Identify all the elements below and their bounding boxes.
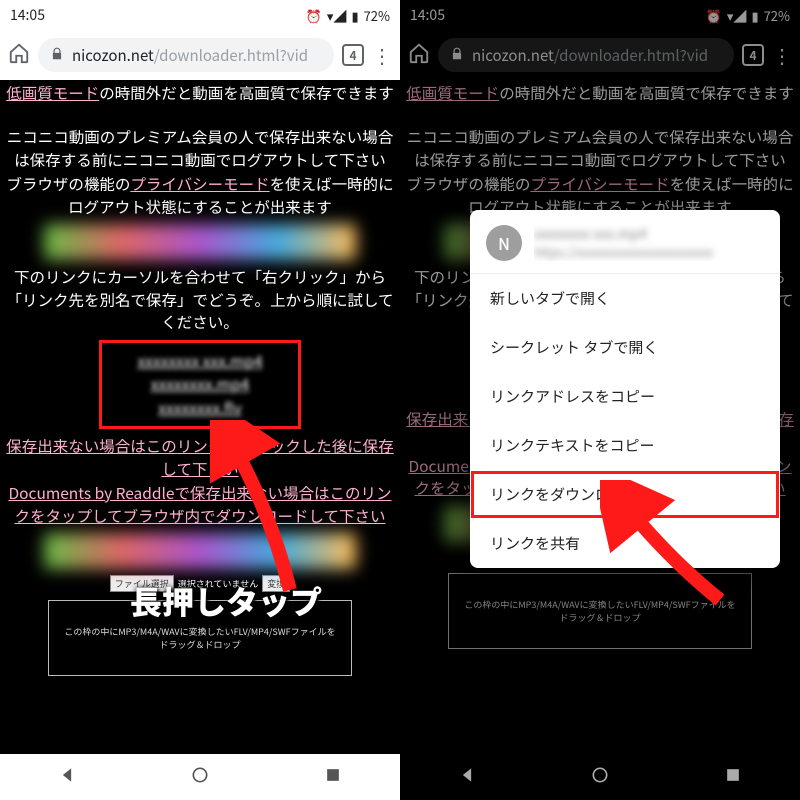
- wifi-icon: ▾◢: [327, 6, 347, 25]
- ctx-share-link[interactable]: リンクを共有: [470, 519, 780, 568]
- ctx-copy-link-text[interactable]: リンクテキストをコピー: [470, 421, 780, 470]
- alarm-icon: ⏰: [306, 6, 322, 25]
- battery-icon: ▮: [351, 6, 358, 25]
- file-none-label: 選択されていません: [178, 577, 258, 590]
- context-menu-header: N xxxxxxxx xxx.mp4 https://xxxxxxxxxxxxx…: [470, 210, 780, 274]
- context-avatar: N: [486, 225, 522, 261]
- download-link-3[interactable]: xxxxxxxx.flv: [106, 397, 294, 419]
- nav-recent-icon[interactable]: [323, 765, 343, 790]
- status-icons: ⏰ ▾◢ ▮ 72%: [306, 6, 390, 25]
- status-bar: 14:05 ⏰ ▾◢ ▮ 72%: [0, 0, 400, 30]
- context-url: https://xxxxxxxxxxxxxxxxxxxxxxx: [534, 244, 764, 261]
- android-nav-bar: [400, 754, 800, 800]
- url-path: /downloader.html?vid: [154, 45, 308, 66]
- phone-right: 14:05 ⏰ ▾◢ ▮ 72% nicozon.net/downloader.…: [400, 0, 800, 800]
- status-time: 14:05: [10, 5, 45, 25]
- download-links-box: xxxxxxxx xxx.mp4 xxxxxxxx.mp4 xxxxxxxx.f…: [99, 340, 301, 429]
- nav-home-icon[interactable]: [590, 765, 610, 790]
- nav-recent-icon[interactable]: [723, 765, 743, 790]
- battery-percent: 72%: [364, 6, 390, 25]
- nav-home-icon[interactable]: [190, 765, 210, 790]
- ad-banner-2: [44, 533, 356, 569]
- phone-left: 14:05 ⏰ ▾◢ ▮ 72% nicozon.net/downloader.…: [0, 0, 400, 800]
- file-select-button[interactable]: ファイル選択: [110, 575, 174, 592]
- documents-link[interactable]: Documents by Readdleで保存出来ない場合はこのリンクをタップし…: [9, 482, 392, 526]
- ctx-download-link[interactable]: リンクをダウンロード: [470, 470, 780, 519]
- lock-icon: [50, 45, 64, 66]
- fallback-link[interactable]: 保存出来ない場合はこのリンクをクリックした後に保存して下さい: [6, 435, 394, 479]
- url-field[interactable]: nicozon.net/downloader.html?vid: [38, 38, 334, 72]
- ctx-open-new-tab[interactable]: 新しいタブで開く: [470, 274, 780, 323]
- tab-switcher[interactable]: 4: [342, 44, 364, 66]
- low-quality-link[interactable]: 低画質モード: [6, 82, 99, 104]
- page-content: 低画質モードの時間外だと動画を高画質で保存できます ニコニコ動画のプレミアム会員…: [0, 80, 400, 754]
- ctx-open-incognito[interactable]: シークレット タブで開く: [470, 323, 780, 372]
- nav-back-icon[interactable]: [57, 765, 77, 790]
- ad-banner: [44, 224, 356, 260]
- home-icon[interactable]: [8, 42, 30, 69]
- url-domain: nicozon.net: [72, 45, 154, 66]
- convert-button[interactable]: 変換: [262, 575, 290, 592]
- instructions: 下のリンクにカーソルを合わせて「右クリック」から「リンク先を別名で保存」でどうぞ…: [4, 266, 396, 333]
- url-bar: nicozon.net/downloader.html?vid 4 ⋮: [0, 30, 400, 80]
- context-menu: N xxxxxxxx xxx.mp4 https://xxxxxxxxxxxxx…: [470, 210, 780, 568]
- privacy-mode-link[interactable]: プライバシーモード: [130, 173, 269, 195]
- download-link-1[interactable]: xxxxxxxx xxx.mp4: [106, 350, 294, 372]
- download-link-2[interactable]: xxxxxxxx.mp4: [106, 373, 294, 395]
- drop-zone[interactable]: この枠の中にMP3/M4A/WAVに変換したいFLV/MP4/SWFファイルをド…: [48, 600, 352, 676]
- more-menu-icon[interactable]: ⋮: [372, 45, 392, 65]
- ctx-copy-link-address[interactable]: リンクアドレスをコピー: [470, 372, 780, 421]
- nav-back-icon[interactable]: [457, 765, 477, 790]
- context-title: xxxxxxxx xxx.mp4: [534, 224, 764, 244]
- file-convert-row: ファイル選択 選択されていません 変換: [4, 575, 396, 592]
- premium-note: ニコニコ動画のプレミアム会員の人で保存出来ない場合は保存する前にニコニコ動画でロ…: [4, 126, 396, 171]
- android-nav-bar: [0, 754, 400, 800]
